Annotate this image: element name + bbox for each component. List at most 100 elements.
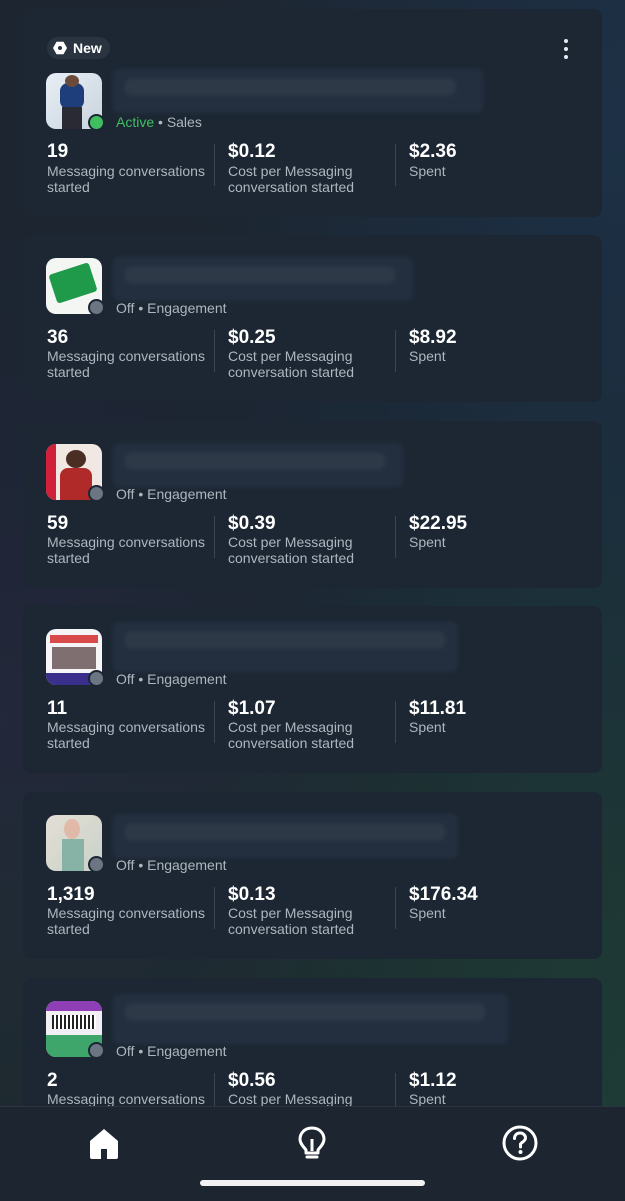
ad-card[interactable]: Off • Engagement 36 Messaging conversati… bbox=[23, 235, 602, 402]
divider bbox=[214, 516, 215, 558]
ad-status-line: Off • Engagement bbox=[116, 300, 227, 316]
spent-label: Spent bbox=[409, 1091, 446, 1106]
separator: • bbox=[138, 1043, 144, 1059]
spent-value: $1.12 bbox=[409, 1070, 457, 1091]
ad-card[interactable]: Off • Engagement 59 Messaging conversati… bbox=[23, 421, 602, 588]
ad-title-redacted bbox=[113, 257, 413, 301]
ad-card[interactable]: Off • Engagement 11 Messaging conversati… bbox=[23, 606, 602, 773]
new-badge: New bbox=[47, 37, 110, 59]
separator: • bbox=[138, 300, 144, 316]
ad-status-line: Off • Engagement bbox=[116, 857, 227, 873]
ad-title-redacted bbox=[113, 443, 403, 487]
results-label: Messaging conversations started bbox=[47, 348, 205, 380]
ad-status-line: Off • Engagement bbox=[116, 486, 227, 502]
status-text: Off bbox=[116, 486, 135, 502]
new-badge-label: New bbox=[73, 40, 102, 56]
status-dot-off bbox=[88, 485, 105, 502]
results-value: 2 bbox=[47, 1070, 58, 1091]
spent-label: Spent bbox=[409, 905, 446, 921]
ad-title-redacted bbox=[113, 994, 508, 1044]
spent-value: $8.92 bbox=[409, 327, 457, 348]
cost-value: $0.56 bbox=[228, 1070, 276, 1091]
lightbulb-icon[interactable] bbox=[292, 1123, 332, 1163]
results-label: Messaging conversations started bbox=[47, 905, 205, 937]
results-value: 59 bbox=[47, 513, 69, 534]
status-dot-active bbox=[88, 114, 105, 131]
results-value: 1,319 bbox=[47, 884, 95, 905]
divider bbox=[395, 701, 396, 743]
ad-card[interactable]: Off • Engagement 1,319 Messaging convers… bbox=[23, 792, 602, 959]
new-hex-icon bbox=[53, 41, 67, 55]
help-icon[interactable] bbox=[500, 1123, 540, 1163]
status-text: Off bbox=[116, 671, 135, 687]
separator: • bbox=[158, 114, 163, 130]
spent-label: Spent bbox=[409, 163, 446, 179]
separator: • bbox=[138, 857, 144, 873]
status-text: Active bbox=[116, 114, 155, 130]
results-value: 19 bbox=[47, 141, 69, 162]
status-text: Off bbox=[116, 1043, 135, 1059]
status-text: Off bbox=[116, 300, 135, 316]
ad-status-line: Off • Engagement bbox=[116, 671, 227, 687]
results-value: 11 bbox=[47, 698, 68, 719]
cost-label: Cost per Messaging conversation started bbox=[228, 348, 355, 380]
cost-value: $0.39 bbox=[228, 513, 276, 534]
divider bbox=[214, 1073, 215, 1106]
more-vertical-icon[interactable] bbox=[562, 39, 570, 59]
separator: • bbox=[138, 671, 144, 687]
status-text: Off bbox=[116, 857, 135, 873]
status-dot-off bbox=[88, 1042, 105, 1059]
cost-label: Cost per Messaging conversation started bbox=[228, 534, 355, 566]
objective-text: Engagement bbox=[147, 857, 227, 873]
cost-value: $0.13 bbox=[228, 884, 276, 905]
divider bbox=[214, 887, 215, 929]
cost-label: Cost per Messaging conversation started bbox=[228, 719, 355, 751]
divider bbox=[395, 516, 396, 558]
ad-status-line: Active • Sales bbox=[116, 114, 202, 130]
spent-value: $176.34 bbox=[409, 884, 478, 905]
ad-title-redacted bbox=[113, 814, 458, 858]
results-label: Messaging conversations started bbox=[47, 534, 205, 566]
results-value: 36 bbox=[47, 327, 69, 348]
cost-label: Cost per Messaging conversation started bbox=[228, 163, 355, 195]
separator: • bbox=[138, 486, 144, 502]
status-dot-off bbox=[88, 670, 105, 687]
divider bbox=[214, 701, 215, 743]
spent-value: $2.36 bbox=[409, 141, 457, 162]
objective-text: Engagement bbox=[147, 1043, 227, 1059]
cost-value: $0.25 bbox=[228, 327, 276, 348]
spent-label: Spent bbox=[409, 534, 446, 550]
cost-label: Cost per Messaging conversation started bbox=[228, 1091, 353, 1106]
ad-title-redacted bbox=[113, 69, 483, 113]
results-label: Messaging conversations started bbox=[47, 1091, 205, 1106]
cost-value: $0.12 bbox=[228, 141, 276, 162]
cost-label: Cost per Messaging conversation started bbox=[228, 905, 355, 937]
spent-label: Spent bbox=[409, 719, 446, 735]
divider bbox=[395, 1073, 396, 1106]
ad-list[interactable]: New Active • Sales 19 Messaging conversa… bbox=[0, 0, 625, 1106]
status-dot-off bbox=[88, 856, 105, 873]
divider bbox=[214, 144, 215, 186]
spent-value: $22.95 bbox=[409, 513, 468, 534]
cost-value: $1.07 bbox=[228, 698, 276, 719]
ad-status-line: Off • Engagement bbox=[116, 1043, 227, 1059]
objective-text: Sales bbox=[166, 114, 202, 130]
results-label: Messaging conversations started bbox=[47, 163, 205, 195]
objective-text: Engagement bbox=[147, 671, 227, 687]
home-indicator[interactable] bbox=[200, 1180, 425, 1186]
divider bbox=[395, 330, 396, 372]
ad-card[interactable]: Off • Engagement 2 Messaging conversatio… bbox=[23, 978, 602, 1106]
spent-value: $11.81 bbox=[409, 698, 467, 719]
ad-card[interactable]: New Active • Sales 19 Messaging conversa… bbox=[23, 9, 602, 217]
home-icon[interactable] bbox=[84, 1123, 124, 1163]
divider bbox=[395, 144, 396, 186]
bottom-nav bbox=[0, 1106, 625, 1201]
results-label: Messaging conversations started bbox=[47, 719, 205, 751]
objective-text: Engagement bbox=[147, 486, 227, 502]
divider bbox=[214, 330, 215, 372]
divider bbox=[395, 887, 396, 929]
spent-label: Spent bbox=[409, 348, 446, 364]
objective-text: Engagement bbox=[147, 300, 227, 316]
ad-title-redacted bbox=[113, 622, 458, 672]
status-dot-off bbox=[88, 299, 105, 316]
